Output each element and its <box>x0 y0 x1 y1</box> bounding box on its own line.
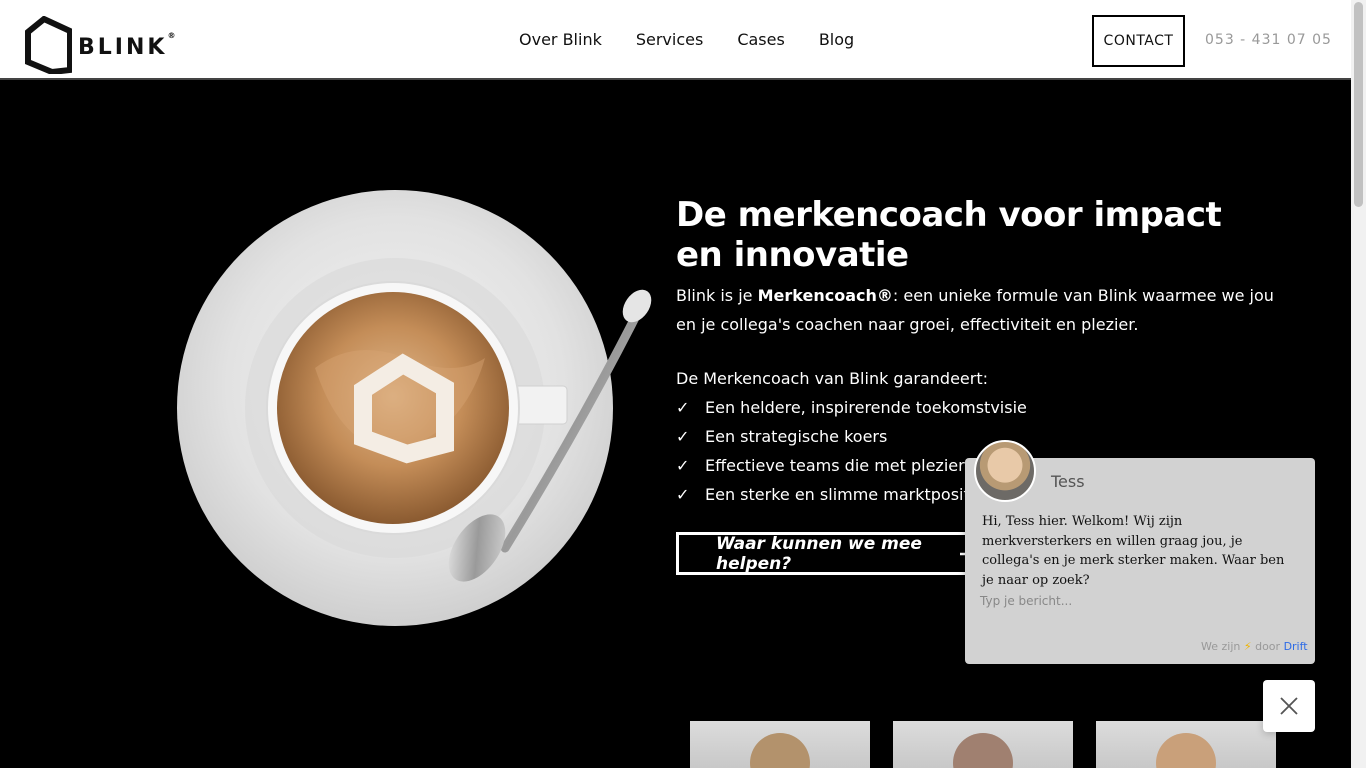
intro-prefix: Blink is je <box>676 286 758 305</box>
guarantee-label: De Merkencoach van Blink garandeert: <box>676 369 988 388</box>
scrollbar-thumb[interactable] <box>1354 2 1363 207</box>
close-icon <box>1280 697 1298 715</box>
phone-number[interactable]: 053 - 431 07 05 <box>1205 32 1332 48</box>
check-icon: ✓ <box>676 427 690 446</box>
person-head <box>750 733 810 768</box>
check-icon: ✓ <box>676 456 690 475</box>
blink-logo-icon <box>25 16 72 74</box>
person-head <box>953 733 1013 768</box>
team-photo[interactable] <box>893 721 1073 768</box>
chat-input[interactable]: Typ je bericht... <box>980 594 1072 608</box>
agent-avatar <box>974 440 1036 502</box>
main-nav: Over Blink Services Cases Blog <box>519 30 854 49</box>
coffee-cup-illustration <box>177 190 652 626</box>
nav-over-blink[interactable]: Over Blink <box>519 30 602 49</box>
team-photo[interactable] <box>690 721 870 768</box>
registered-mark: ® <box>167 30 179 40</box>
person-head <box>1156 733 1216 768</box>
footer-by: door <box>1255 640 1281 653</box>
agent-name: Tess <box>1051 472 1085 491</box>
drift-credit: We zijn ⚡ door Drift <box>1201 640 1308 653</box>
bolt-icon: ⚡ <box>1243 640 1252 653</box>
nav-cases[interactable]: Cases <box>737 30 785 49</box>
blink-logo[interactable]: BLINK® <box>24 16 178 74</box>
page-scrollbar[interactable] <box>1351 0 1366 768</box>
list-item-text: Een strategische koers <box>705 427 888 446</box>
footer-prefix: We zijn <box>1201 640 1241 653</box>
logo-text: BLINK <box>78 34 168 60</box>
nav-blog[interactable]: Blog <box>819 30 854 49</box>
help-cta-button[interactable]: Waar kunnen we mee helpen? <box>676 532 1000 575</box>
hero-title: De merkencoach voor impact en innovatie <box>676 195 1222 275</box>
team-photo[interactable] <box>1096 721 1276 768</box>
check-icon: ✓ <box>676 485 690 504</box>
intro-bold: Merkencoach® <box>757 286 893 305</box>
check-icon: ✓ <box>676 398 690 417</box>
drift-link[interactable]: Drift <box>1284 640 1308 653</box>
list-item-text: Een sterke en slimme marktpositie <box>705 485 985 504</box>
list-item-text: Een heldere, inspirerende toekomstvisie <box>705 398 1027 417</box>
hero-intro: Blink is je Merkencoach®: een unieke for… <box>676 281 1276 339</box>
chat-message: Hi, Tess hier. Welkom! Wij zijn merkvers… <box>982 514 1285 588</box>
cta-label: Waar kunnen we mee helpen? <box>716 533 922 574</box>
contact-button[interactable]: CONTACT <box>1092 15 1185 67</box>
chat-close-button[interactable] <box>1263 680 1315 732</box>
list-item: ✓ Een heldere, inspirerende toekomstvisie <box>676 393 1047 422</box>
site-header: BLINK® Over Blink Services Cases Blog CO… <box>0 0 1351 80</box>
nav-services[interactable]: Services <box>636 30 703 49</box>
